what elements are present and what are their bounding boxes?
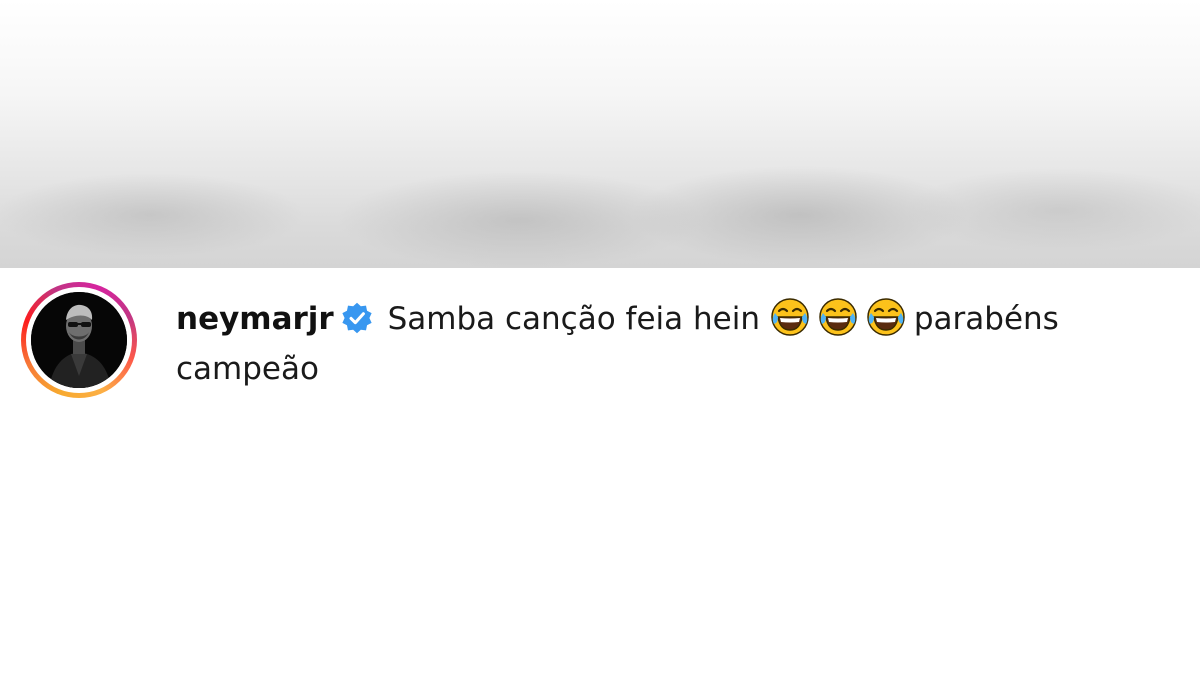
- story-ring[interactable]: [21, 282, 137, 398]
- screenshot: neymarjr Samba canção feia hein parabéns…: [0, 0, 1200, 675]
- emoji-group: [770, 298, 914, 337]
- avatar-photo: [31, 292, 127, 388]
- face-with-tears-of-joy-icon: [771, 298, 809, 336]
- avatar[interactable]: [31, 292, 127, 388]
- face-with-tears-of-joy-icon: [867, 298, 905, 336]
- comment-row: neymarjr Samba canção feia hein parabéns…: [0, 268, 1200, 428]
- face-with-tears-of-joy-icon: [819, 298, 857, 336]
- verified-badge-icon: [342, 302, 372, 334]
- blurred-background: [0, 0, 1200, 268]
- username[interactable]: neymarjr: [176, 301, 334, 337]
- comment-text: neymarjr Samba canção feia hein parabéns…: [176, 294, 1186, 394]
- comment-body: Samba canção feia hein: [387, 301, 760, 337]
